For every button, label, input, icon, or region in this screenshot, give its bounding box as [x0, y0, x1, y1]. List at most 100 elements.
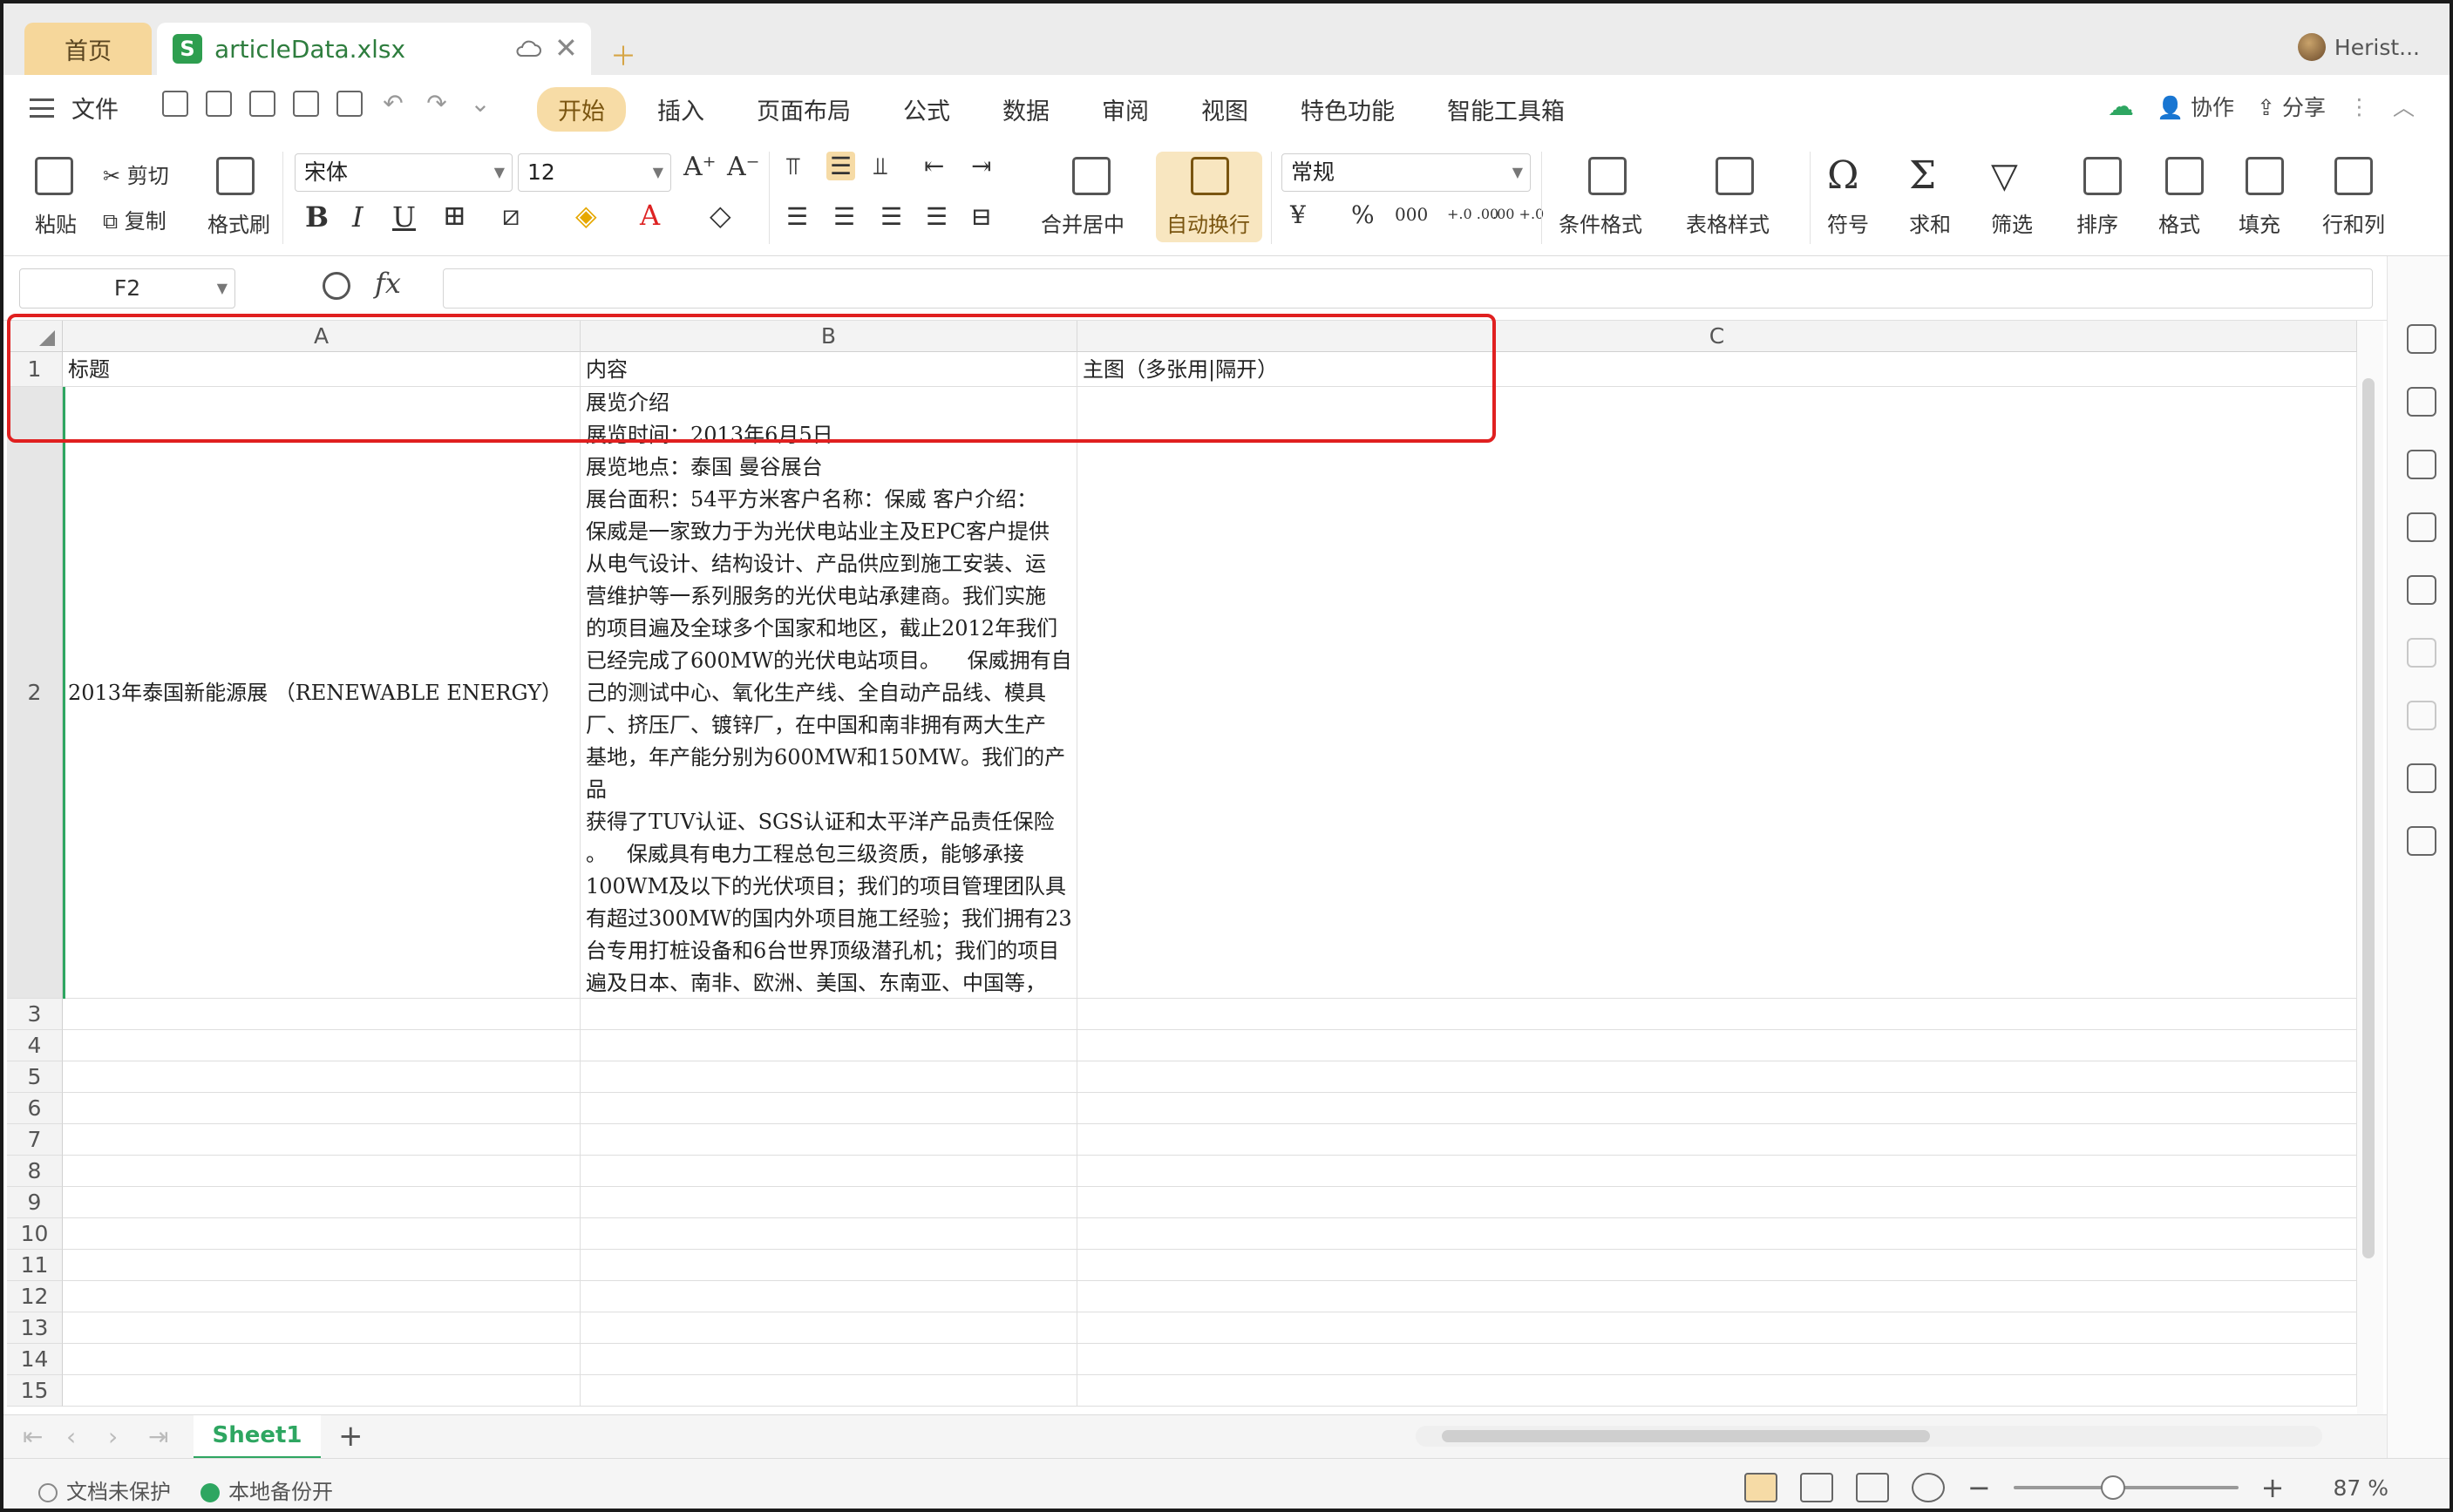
empty-cell[interactable]: [63, 1156, 581, 1187]
empty-cell[interactable]: [581, 1156, 1077, 1187]
thousands-button[interactable]: 000: [1395, 204, 1428, 225]
eye-protection-icon[interactable]: [1911, 1473, 1945, 1502]
empty-cell[interactable]: [1077, 1312, 2357, 1344]
row-header[interactable]: 13: [7, 1312, 63, 1344]
filter-button[interactable]: ▽ 筛选: [1991, 157, 2033, 238]
menu-tab-formulas[interactable]: 公式: [882, 87, 971, 132]
percent-button[interactable]: %: [1351, 200, 1375, 229]
copy-button[interactable]: ⧉ 复制: [103, 204, 166, 234]
format-painter-button[interactable]: 格式刷: [207, 157, 270, 238]
empty-cell[interactable]: [1077, 1030, 2357, 1061]
align-center-icon[interactable]: ☰: [833, 202, 855, 231]
file-menu[interactable]: 文件: [30, 91, 119, 125]
distributed-icon[interactable]: ⊟: [971, 202, 991, 231]
empty-cell[interactable]: [1077, 1187, 2357, 1218]
symbol-button[interactable]: Ω 符号: [1827, 157, 1869, 238]
increase-decimal-button[interactable]: +.0 .00: [1447, 206, 1498, 222]
name-box[interactable]: F2 ▼: [19, 268, 235, 309]
rows-cols-button[interactable]: 行和列: [2322, 157, 2385, 238]
collaborate-button[interactable]: 👤 协作: [2157, 91, 2234, 122]
row-header[interactable]: 5: [7, 1061, 63, 1093]
increase-indent-icon[interactable]: ⇥: [971, 152, 991, 180]
empty-cell[interactable]: [581, 999, 1077, 1030]
sort-button[interactable]: 排序: [2076, 157, 2122, 238]
empty-cell[interactable]: [63, 1281, 581, 1312]
formula-input[interactable]: [443, 268, 2373, 309]
row-header[interactable]: 8: [7, 1156, 63, 1187]
empty-cell[interactable]: [1077, 1218, 2357, 1250]
row-header[interactable]: 11: [7, 1250, 63, 1281]
row-header[interactable]: 15: [7, 1375, 63, 1407]
font-color-icon[interactable]: A: [640, 199, 660, 232]
empty-cell[interactable]: [581, 1187, 1077, 1218]
align-top-icon[interactable]: ⫪: [786, 152, 800, 181]
menu-tab-review[interactable]: 审阅: [1081, 87, 1170, 132]
row-header[interactable]: 7: [7, 1124, 63, 1156]
menu-tab-insert[interactable]: 插入: [636, 87, 725, 132]
style-icon[interactable]: [2407, 387, 2436, 417]
horizontal-scroll-thumb[interactable]: [1442, 1430, 1930, 1442]
image-icon[interactable]: [2407, 826, 2436, 856]
decrease-indent-icon[interactable]: ⇤: [924, 152, 944, 180]
decrease-decimal-button[interactable]: .00 +.0: [1492, 206, 1544, 222]
empty-cell[interactable]: [63, 1218, 581, 1250]
zoom-lookup-icon[interactable]: [323, 272, 350, 300]
collapse-ribbon-icon[interactable]: ︿: [2393, 91, 2415, 122]
redo-icon[interactable]: ↷: [424, 91, 450, 117]
empty-cell[interactable]: [63, 1030, 581, 1061]
last-sheet-icon[interactable]: ⇥: [148, 1422, 168, 1451]
empty-cell[interactable]: [63, 999, 581, 1030]
empty-cell[interactable]: [581, 1030, 1077, 1061]
empty-cell[interactable]: [581, 1218, 1077, 1250]
cut-button[interactable]: ✂ 剪切: [103, 159, 169, 189]
empty-cell[interactable]: [581, 1344, 1077, 1375]
align-right-icon[interactable]: ☰: [880, 202, 902, 231]
empty-cell[interactable]: [1077, 1156, 2357, 1187]
history-icon[interactable]: [2407, 763, 2436, 793]
empty-cell[interactable]: [63, 1312, 581, 1344]
empty-cell[interactable]: [1077, 1344, 2357, 1375]
empty-cell[interactable]: [63, 1187, 581, 1218]
menu-tab-data[interactable]: 数据: [982, 87, 1070, 132]
empty-cell[interactable]: [581, 1093, 1077, 1124]
cell-style-icon[interactable]: ⧄: [502, 199, 520, 233]
next-sheet-icon[interactable]: ›: [108, 1422, 118, 1451]
protection-status[interactable]: 文档未保护: [38, 1475, 171, 1505]
insert-function-button[interactable]: fx: [375, 267, 401, 300]
edit-icon[interactable]: [2407, 450, 2436, 479]
align-middle-icon[interactable]: ☰: [826, 152, 856, 180]
zoom-in-icon[interactable]: +: [2261, 1471, 2285, 1504]
menu-tab-features[interactable]: 特色功能: [1280, 87, 1416, 132]
number-format-select[interactable]: 常规 ▼: [1281, 153, 1531, 192]
empty-cell[interactable]: [1077, 1061, 2357, 1093]
empty-cell[interactable]: [581, 1281, 1077, 1312]
row-header[interactable]: 2: [7, 387, 63, 999]
row-header[interactable]: 14: [7, 1344, 63, 1375]
cell-b2[interactable]: 展览介绍 展览时间：2013年6月5日 展览地点：泰国 曼谷展台 展台面积：54…: [581, 387, 1077, 999]
share-button[interactable]: ⇪ 分享: [2257, 91, 2326, 122]
add-sheet-plus-icon[interactable]: +: [338, 1419, 364, 1454]
save-icon[interactable]: [206, 91, 232, 117]
empty-cell[interactable]: [63, 1250, 581, 1281]
cloud-status-icon[interactable]: ☁: [2108, 92, 2134, 122]
cell-c2[interactable]: [1077, 387, 2357, 999]
currency-button[interactable]: ¥: [1290, 200, 1306, 229]
empty-cell[interactable]: [1077, 1093, 2357, 1124]
undo-icon[interactable]: ↶: [380, 91, 406, 117]
justify-icon[interactable]: ☰: [926, 202, 948, 231]
open-folder-icon[interactable]: [162, 91, 188, 117]
menu-tab-home[interactable]: 开始: [537, 87, 626, 132]
row-header[interactable]: 6: [7, 1093, 63, 1124]
pointer-icon[interactable]: [2407, 575, 2436, 605]
zoom-slider-knob[interactable]: [2100, 1475, 2125, 1500]
empty-cell[interactable]: [581, 1250, 1077, 1281]
clear-format-icon[interactable]: ◇: [710, 199, 731, 232]
vertical-scroll-thumb[interactable]: [2362, 378, 2375, 1258]
adjust-icon[interactable]: [2407, 638, 2436, 668]
row-header[interactable]: 4: [7, 1030, 63, 1061]
customize-toolbar-icon[interactable]: ⌄: [467, 91, 493, 117]
font-size-select[interactable]: 12 ▼: [518, 153, 671, 192]
empty-cell[interactable]: [63, 1375, 581, 1407]
empty-cell[interactable]: [1077, 1250, 2357, 1281]
tab-document[interactable]: S articleData.xlsx ✕: [157, 23, 591, 75]
